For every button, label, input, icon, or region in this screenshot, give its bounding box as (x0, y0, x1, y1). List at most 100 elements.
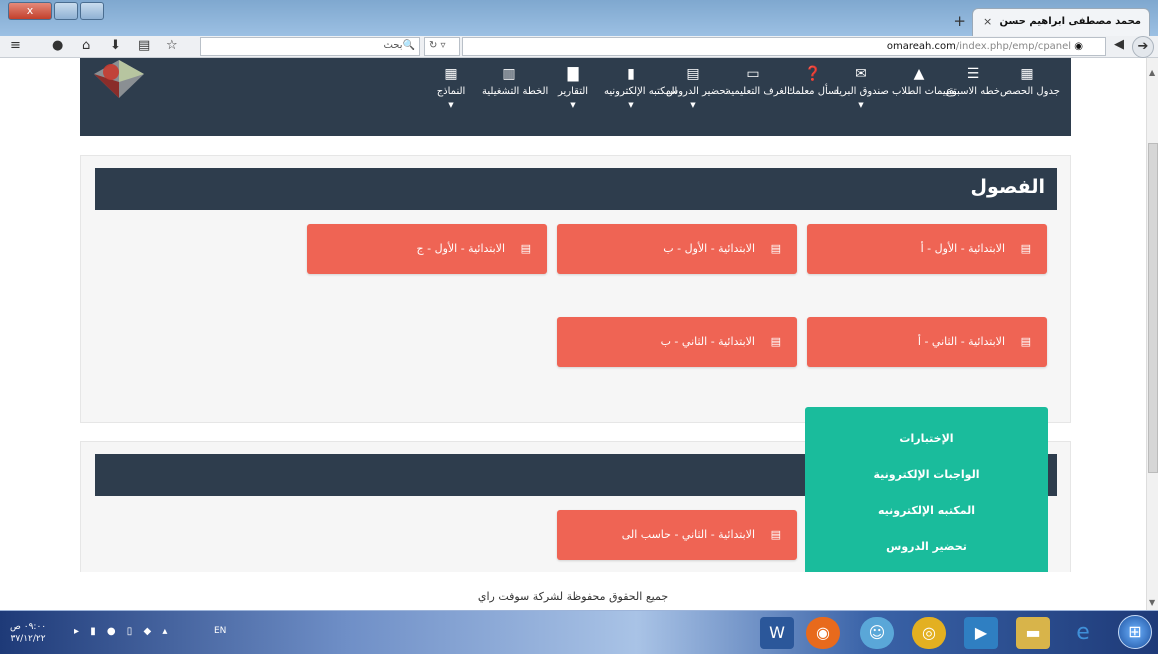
page-viewport: ▦ جدول الحصص ☰ خطه الاسبوع ▲ تقييمات الطلاب ✉ ص… (0, 58, 1146, 610)
class-button-label: الابتدائية - الأول - أ (920, 242, 1005, 255)
home-icon[interactable]: ⌂ (82, 38, 90, 53)
page-scrollbar[interactable]: ▲ ▼ (1146, 58, 1158, 610)
list-alt-icon: ▤ (1020, 335, 1031, 348)
chart-icon: ▲ (913, 66, 925, 82)
nav-item-7[interactable]: ▮ المكتبه الإلكترونيه ▼ (604, 66, 677, 109)
caret-down-icon: ▼ (628, 101, 634, 109)
list-alt-icon: ▤ (520, 242, 531, 255)
nav-item-10[interactable]: ▦ النماذج ▼ (424, 66, 478, 109)
start-button[interactable]: ⊞ (1118, 615, 1152, 649)
browser-tab[interactable]: محمد مصطفى ابراهيم حسن × (972, 8, 1150, 36)
class-button[interactable]: ▤ الابتدائية - الأول - ب (557, 224, 797, 274)
bar-chart-icon: ▥ (502, 66, 516, 82)
nav-item-4[interactable]: ❓ اسأل معلمك (786, 66, 840, 97)
list-alt-icon: ▤ (770, 335, 781, 348)
browser-toolbar: ≡ ● ⌂ ⬇ ▤ ☆ 🔍بحث ↻ ▿ omareah.com/index.p… (0, 36, 1158, 58)
reload-button[interactable]: ↻ ▿ (424, 37, 460, 56)
question-icon: ❓ (804, 66, 822, 82)
search-input[interactable]: 🔍بحث (200, 37, 420, 56)
nav-item-5[interactable]: ▭ الغرف التعليميه (726, 66, 790, 97)
nav-item-3[interactable]: ✉ صندوق البريد ▼ (834, 66, 889, 109)
ie-taskbar-icon[interactable]: e (1066, 617, 1100, 649)
list-alt-icon: ▤ (770, 528, 781, 541)
quick-menu-popup: الإختبارات الواجبات الإلكترونية المكتبه … (805, 407, 1048, 572)
popup-item-exams[interactable]: الإختبارات (805, 421, 1048, 457)
page-footer: جميع الحقوق محفوظة لشركة سوفت راي (0, 572, 1146, 610)
search-placeholder: بحث (383, 40, 403, 51)
window-close-button[interactable]: x (8, 2, 52, 20)
panel-title: الفصول (95, 168, 1057, 210)
class-button[interactable]: ▤ الابتدائية - الثاني - حاسب الى (557, 510, 797, 560)
back-button[interactable]: ◀ (1108, 37, 1130, 56)
nav-item-8[interactable]: ▇ التقارير ▼ (546, 66, 600, 109)
list-alt-icon: ▤ (1020, 242, 1031, 255)
tab-title: محمد مصطفى ابراهيم حسن (999, 16, 1142, 27)
media-taskbar-icon[interactable]: ▶ (964, 617, 998, 649)
app-taskbar-icon[interactable]: ☺ (860, 617, 894, 649)
book-icon: ▮ (627, 66, 635, 82)
window-maximize-button[interactable] (54, 2, 78, 20)
scroll-down-icon[interactable]: ▼ (1149, 598, 1155, 607)
popup-item-homework[interactable]: الواجبات الإلكترونية (805, 457, 1048, 493)
caret-down-icon: ▼ (690, 101, 696, 109)
menu-icon[interactable]: ≡ (10, 38, 21, 53)
site-topnav: ▦ جدول الحصص ☰ خطه الاسبوع ▲ تقييمات الطلاب ✉ ص… (80, 58, 1071, 136)
word-taskbar-icon[interactable]: W (760, 617, 794, 649)
mail-icon: ✉ (855, 66, 867, 82)
grid-large-icon: ▦ (444, 66, 458, 82)
class-button[interactable]: ▤ الابتدائية - الثاني - ب (557, 317, 797, 367)
nav-item-2[interactable]: ▲ تقييمات الطلاب (892, 66, 957, 97)
class-button-label: الابتدائية - الثاني - حاسب الى (621, 528, 755, 541)
popup-item-library[interactable]: المكتبه الإلكترونيه (805, 493, 1048, 529)
explorer-taskbar-icon[interactable]: ▬ (1016, 617, 1050, 649)
firefox-taskbar-icon[interactable]: ◉ (806, 617, 840, 649)
class-button-label: الابتدائية - الثاني - ب (660, 335, 755, 348)
url-path: /index.php/emp/cpanel (955, 41, 1072, 52)
class-button-label: الابتدائية - الأول - ج (416, 242, 505, 255)
list-alt-icon: ▤ (686, 66, 700, 82)
tab-close-icon[interactable]: × (983, 15, 992, 28)
library-icon[interactable]: ▤ (138, 38, 150, 53)
clock-date: ٣٧/١٢/٢٢ (10, 634, 46, 644)
browser-titlebar: x + محمد مصطفى ابراهيم حسن × (0, 0, 1158, 36)
nav-item-9[interactable]: ▥ الخطة التشغيلية (482, 66, 548, 97)
nav-item-0[interactable]: ▦ جدول الحصص (1000, 66, 1060, 97)
tray-icons[interactable]: ▸ ▮ ● ▯ ◆ ▴ (74, 626, 171, 637)
caret-down-icon: ▼ (448, 101, 454, 109)
language-indicator[interactable]: EN (214, 626, 226, 636)
list-alt-icon: ▤ (770, 242, 781, 255)
monitor-icon: ▭ (746, 66, 760, 82)
class-button-label: الابتدائية - الأول - ب (663, 242, 755, 255)
popup-item-lesson-prep[interactable]: تحضير الدروس (805, 529, 1048, 565)
classes-panel: الفصول ▤ الابتدائية - الأول - أ ▤ الابتدائي… (80, 155, 1071, 423)
windows-taskbar: ٠٩:٠٠ ص ٣٧/١٢/٢٢ ▸ ▮ ● ▯ ◆ ▴ EN W ◉ ☺ ◎ ▶… (0, 610, 1158, 654)
new-tab-button[interactable]: + (953, 12, 966, 30)
download-icon[interactable]: ⬇ (110, 38, 121, 53)
class-button[interactable]: ▤ الابتدائية - الأول - ج (307, 224, 547, 274)
class-button[interactable]: ▤ الابتدائية - الأول - أ (807, 224, 1047, 274)
nav-item-label: النماذج (436, 86, 466, 97)
nav-item-label: الغرف التعليميه (726, 86, 790, 97)
scroll-thumb[interactable] (1148, 143, 1158, 473)
bookmark-star-icon[interactable]: ☆ (166, 38, 178, 53)
grid-icon: ▦ (1020, 66, 1034, 82)
caret-down-icon: ▼ (858, 101, 864, 109)
nav-item-label: تقييمات الطلاب (892, 86, 957, 97)
nav-item-label: المكتبه الإلكترونيه (604, 86, 678, 97)
nav-item-label: الخطة التشغيلية (482, 86, 549, 97)
forward-button[interactable]: ➔ (1132, 36, 1154, 58)
tray-clock[interactable]: ٠٩:٠٠ ص ٣٧/١٢/٢٢ (10, 621, 46, 645)
chat-icon[interactable]: ● (52, 38, 63, 53)
class-button[interactable]: ▤ الابتدائية - الثاني - أ (807, 317, 1047, 367)
site-logo[interactable] (94, 60, 144, 98)
file-icon: ▇ (567, 66, 579, 82)
window-minimize-button[interactable] (80, 2, 104, 20)
globe-icon: ◉ (1074, 41, 1083, 52)
search-icon: 🔍 (402, 40, 415, 51)
chrome-taskbar-icon[interactable]: ◎ (912, 617, 946, 649)
list-icon: ☰ (966, 66, 980, 82)
url-bar[interactable]: omareah.com/index.php/emp/cpanel ◉ (462, 37, 1106, 56)
nav-item-label: صندوق البريد (834, 86, 889, 97)
scroll-up-icon[interactable]: ▲ (1149, 68, 1155, 77)
nav-item-label: جدول الحصص (1000, 86, 1060, 97)
